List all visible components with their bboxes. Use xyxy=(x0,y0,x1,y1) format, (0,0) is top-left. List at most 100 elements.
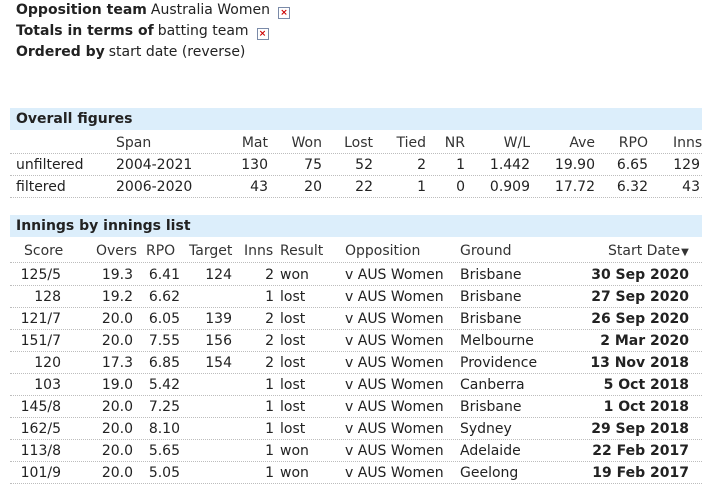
innings-cell: lost xyxy=(280,377,306,393)
innings-header-opposition[interactable]: Opposition xyxy=(345,242,420,260)
innings-cell: 7.25 xyxy=(148,399,180,415)
filter-list: Opposition team Australia Women × Totals i… xyxy=(16,0,290,63)
innings-cell: v AUS Women xyxy=(345,421,444,437)
start-date-cell: 2 Mar 2020 xyxy=(600,333,689,349)
innings-cell: 6.85 xyxy=(148,355,180,371)
innings-cell: Sydney xyxy=(460,421,512,437)
innings-cell: 20.0 xyxy=(101,333,133,349)
row-divider xyxy=(10,439,702,440)
innings-cell: 20.0 xyxy=(101,465,133,481)
row-divider xyxy=(10,197,702,198)
innings-header-result[interactable]: Result xyxy=(280,242,323,260)
filter-row-totals: Totals in terms of batting team × xyxy=(16,21,290,42)
overall-cell: 2006-2020 xyxy=(116,179,193,195)
row-divider xyxy=(10,351,702,352)
innings-cell: Brisbane xyxy=(460,399,522,415)
overall-header-span: Span xyxy=(116,135,152,151)
innings-cell: 1 xyxy=(265,399,274,415)
innings-cell: 2 xyxy=(265,355,274,371)
innings-cell: Brisbane xyxy=(460,289,522,305)
innings-cell: 19.0 xyxy=(101,377,133,393)
innings-cell: 6.41 xyxy=(148,267,180,283)
start-date-cell: 19 Feb 2017 xyxy=(592,465,689,481)
overall-cell: 130 xyxy=(241,157,268,173)
innings-header-rpo[interactable]: RPO xyxy=(146,242,175,260)
remove-filter-icon[interactable]: × xyxy=(277,7,290,19)
innings-cell: 7.55 xyxy=(148,333,180,349)
row-divider xyxy=(10,175,702,176)
sort-descending-icon[interactable]: ▼ xyxy=(681,247,689,258)
score-cell: 145/8 xyxy=(20,399,61,415)
innings-cell: 5.65 xyxy=(148,443,180,459)
innings-cell: 6.62 xyxy=(148,289,180,305)
overall-header-rpo: RPO xyxy=(618,135,648,151)
innings-cell: lost xyxy=(280,333,306,349)
innings-cell: Melbourne xyxy=(460,333,534,349)
innings-cell: 1 xyxy=(265,465,274,481)
innings-cell: v AUS Women xyxy=(345,267,444,283)
overall-cell: 2004-2021 xyxy=(116,157,193,173)
innings-cell: 2 xyxy=(265,333,274,349)
start-date-cell: 1 Oct 2018 xyxy=(603,399,689,415)
start-date-cell: 13 Nov 2018 xyxy=(590,355,689,371)
innings-header-target[interactable]: Target xyxy=(189,242,232,260)
filter-row-ordered-by: Ordered by start date (reverse) xyxy=(16,42,290,63)
row-divider xyxy=(10,307,702,308)
innings-cell: 20.0 xyxy=(101,399,133,415)
innings-cell: v AUS Women xyxy=(345,355,444,371)
score-cell: 151/7 xyxy=(20,333,61,349)
row-divider xyxy=(10,373,702,374)
innings-cell: v AUS Women xyxy=(345,289,444,305)
score-cell: 101/9 xyxy=(20,465,61,481)
innings-cell: 5.42 xyxy=(148,377,180,393)
overall-cell: 1 xyxy=(417,179,426,195)
overall-cell: 0.909 xyxy=(489,179,530,195)
overall-cell: 75 xyxy=(304,157,322,173)
innings-header-ground[interactable]: Ground xyxy=(460,242,512,260)
score-cell: 121/7 xyxy=(20,311,61,327)
overall-cell: 2 xyxy=(417,157,426,173)
start-date-cell: 27 Sep 2020 xyxy=(591,289,689,305)
innings-cell: Adelaide xyxy=(460,443,521,459)
overall-cell: 43 xyxy=(250,179,268,195)
innings-cell: 154 xyxy=(205,355,232,371)
innings-header-startdate[interactable]: Start Date▼ xyxy=(608,242,689,262)
innings-header-score[interactable]: Score xyxy=(24,242,63,260)
overall-header-lost: Lost xyxy=(344,135,373,151)
innings-cell: lost xyxy=(280,399,306,415)
innings-header-overs[interactable]: Overs xyxy=(96,242,137,260)
innings-cell: 6.05 xyxy=(148,311,180,327)
score-cell: 113/8 xyxy=(20,443,61,459)
innings-cell: v AUS Women xyxy=(345,311,444,327)
filter-value: Australia Women xyxy=(150,2,270,18)
innings-cell: 1 xyxy=(265,289,274,305)
row-divider xyxy=(10,153,702,154)
filter-label: Opposition team xyxy=(16,2,147,18)
overall-cell: 22 xyxy=(355,179,373,195)
start-date-cell: 26 Sep 2020 xyxy=(591,311,689,327)
overall-cell: 1 xyxy=(456,157,465,173)
innings-cell: lost xyxy=(280,289,306,305)
overall-cell: 129 xyxy=(673,157,700,173)
innings-header-inns[interactable]: Inns xyxy=(244,242,273,260)
innings-cell: Canberra xyxy=(460,377,525,393)
innings-cell: 2 xyxy=(265,267,274,283)
overall-header-inns: Inns xyxy=(673,135,702,151)
overall-cell: 52 xyxy=(355,157,373,173)
innings-cell: lost xyxy=(280,355,306,371)
innings-cell: 20.0 xyxy=(101,421,133,437)
innings-cell: v AUS Women xyxy=(345,333,444,349)
innings-cell: 19.2 xyxy=(101,289,133,305)
innings-cell: 20.0 xyxy=(101,443,133,459)
innings-cell: v AUS Women xyxy=(345,443,444,459)
innings-cell: won xyxy=(280,465,309,481)
row-divider xyxy=(10,285,702,286)
overall-header-nr: NR xyxy=(444,135,465,151)
remove-filter-icon[interactable]: × xyxy=(256,28,269,40)
innings-cell: 19.3 xyxy=(101,267,133,283)
row-divider xyxy=(10,395,702,396)
score-cell: 120 xyxy=(34,355,61,371)
innings-cell: 1 xyxy=(265,377,274,393)
overall-cell: 6.32 xyxy=(616,179,648,195)
overall-cell: 6.65 xyxy=(616,157,648,173)
